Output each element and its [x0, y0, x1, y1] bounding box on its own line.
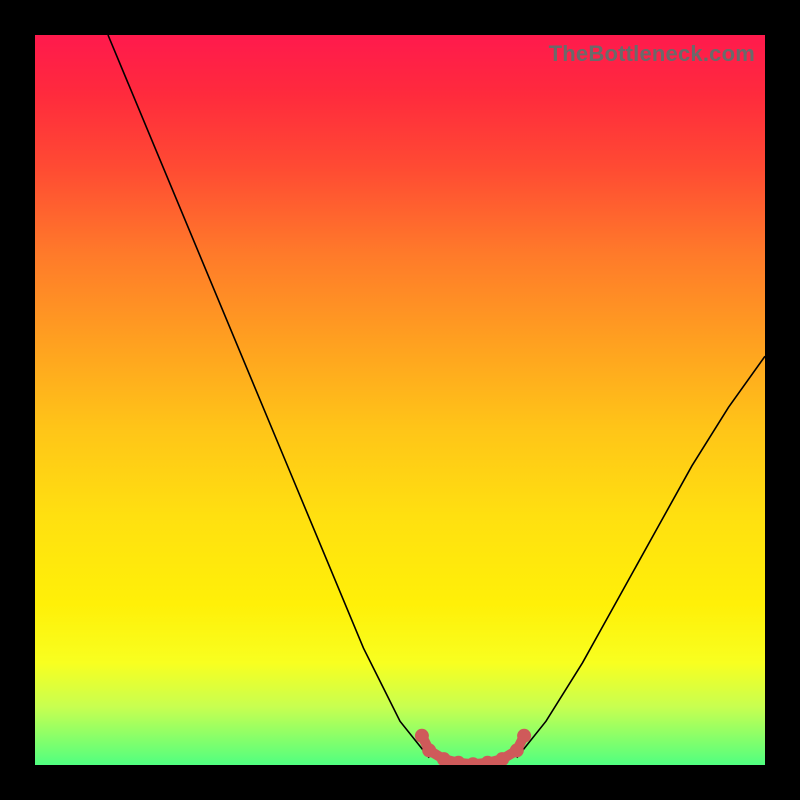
valley-dot [422, 743, 436, 757]
chart-plot-area: TheBottleneck.com [35, 35, 765, 765]
valley-dot [517, 729, 531, 743]
right-curve [517, 356, 765, 758]
valley-highlight-dots [415, 729, 531, 765]
valley-dot [466, 757, 480, 765]
valley-dot [415, 729, 429, 743]
valley-dot [510, 743, 524, 757]
chart-frame: TheBottleneck.com [0, 0, 800, 800]
chart-svg [35, 35, 765, 765]
left-curve [108, 35, 429, 758]
